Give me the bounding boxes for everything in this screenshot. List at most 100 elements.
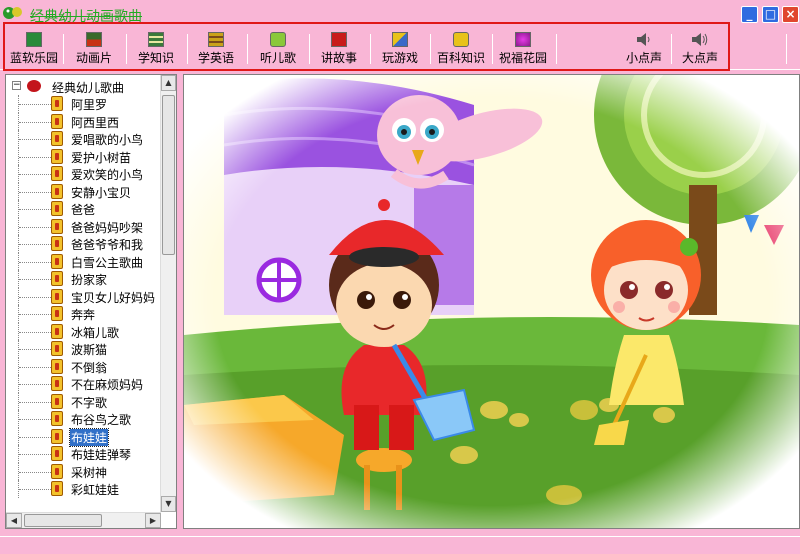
song-file-icon: [51, 358, 63, 374]
tree-song-item[interactable]: 采树神: [6, 462, 162, 480]
toolbar-highlight-annotation: [3, 22, 730, 71]
song-file-icon: [51, 218, 63, 234]
song-file-icon: [51, 376, 63, 391]
song-label: 安静小宝贝: [71, 185, 132, 200]
tree-connector-line: [19, 314, 51, 315]
tree-connector-line: [19, 471, 51, 473]
song-label: 爱护小树苗: [71, 150, 132, 165]
song-label: 采树神: [71, 465, 108, 480]
song-label: 不倒翁: [71, 360, 108, 375]
song-label: 爱欢笑的小鸟: [71, 168, 144, 182]
tree-collapse-toggle[interactable]: −: [12, 81, 21, 90]
close-button[interactable]: ×: [782, 6, 799, 23]
song-label: 彩虹娃娃: [71, 483, 120, 497]
song-file-icon: [51, 288, 63, 304]
tree-connector-line: [19, 244, 51, 245]
song-list: 阿里罗 阿西里西 爱唱歌的小鸟爱护小树苗爱欢笑的小鸟 安静小宝贝爸爸 爸爸妈妈吵架 爸爸爷…: [6, 95, 162, 498]
tree-connector-line: [19, 174, 51, 175]
song-file-icon: [51, 96, 63, 111]
tree-connector-line: [19, 279, 51, 280]
app-icon: [3, 7, 22, 19]
tree-connector-line: [19, 121, 51, 123]
song-file-icon: [51, 481, 63, 496]
tree-connector-line: [19, 104, 51, 105]
scroll-thumb[interactable]: [24, 514, 102, 527]
tree-connector-line: [19, 401, 51, 403]
tree-song-item[interactable]: 波斯猫: [6, 340, 162, 358]
tree-connector-line: [19, 296, 51, 298]
tree-song-item[interactable]: 扮家家: [6, 270, 162, 288]
tree-song-item[interactable]: 不在麻烦妈妈: [6, 375, 162, 393]
tree-song-item[interactable]: 彩虹娃娃: [6, 480, 162, 498]
song-label: 不字歌: [71, 395, 108, 410]
scroll-down-arrow[interactable]: ▼: [161, 496, 176, 512]
song-file-icon: [51, 411, 63, 426]
tree-song-item[interactable]: 爱护小树苗: [6, 147, 162, 165]
horizontal-scrollbar[interactable]: ◀ ▶: [6, 512, 161, 528]
tree-song-item[interactable]: 爸爸: [6, 200, 162, 218]
song-label: 布娃娃: [68, 427, 110, 447]
song-file-icon: [51, 323, 63, 339]
maximize-button[interactable]: □: [762, 6, 779, 23]
cartoon-scene-illustration: [184, 75, 799, 528]
tree-connector-line: [19, 331, 51, 333]
song-label: 奔奔: [71, 308, 96, 322]
tree-song-item[interactable]: 不字歌: [6, 392, 162, 410]
toolbar-separator: [786, 34, 787, 64]
song-file-icon: [51, 446, 63, 461]
tree-connector-line: [19, 226, 51, 228]
minimize-button[interactable]: _: [741, 6, 758, 23]
tree-connector-line: [19, 209, 51, 210]
tree-connector-line: [19, 384, 51, 385]
tree-song-item[interactable]: 阿西里西: [6, 112, 162, 130]
tree-song-item[interactable]: 布娃娃弹琴: [6, 445, 162, 463]
song-file-icon: [51, 183, 63, 199]
tree-song-item[interactable]: 奔奔: [6, 305, 162, 323]
vertical-scrollbar[interactable]: ▲ ▼: [160, 75, 176, 512]
tree-song-item[interactable]: 阿里罗: [6, 95, 162, 113]
song-label: 布谷鸟之歌: [71, 413, 132, 427]
song-label: 扮家家: [71, 273, 108, 287]
song-file-icon: [51, 113, 63, 129]
song-label: 阿里罗: [71, 98, 108, 112]
tree-connector-line: [19, 191, 51, 193]
song-file-icon: [51, 166, 63, 181]
tree-song-item[interactable]: 白雪公主歌曲: [6, 252, 162, 270]
tree-connector-line: [19, 261, 51, 263]
song-file-icon: [51, 306, 63, 321]
tree-song-item[interactable]: 布娃娃: [6, 427, 162, 447]
tree-song-item[interactable]: 不倒翁: [6, 357, 162, 375]
tree-song-item[interactable]: 爱欢笑的小鸟: [6, 165, 162, 183]
status-bar: [0, 536, 800, 554]
scroll-right-arrow[interactable]: ▶: [145, 513, 161, 528]
song-file-icon: [51, 201, 63, 216]
tree-connector-line: [19, 454, 51, 455]
song-file-icon: [51, 236, 63, 251]
tree-connector-line: [19, 156, 51, 158]
song-file-icon: [51, 253, 63, 269]
tree-song-item[interactable]: 宝贝女儿好妈妈: [6, 287, 162, 305]
song-file-icon: [51, 463, 63, 479]
tree-song-item[interactable]: 安静小宝贝: [6, 182, 162, 200]
song-label: 不在麻烦妈妈: [71, 378, 144, 392]
tree-song-item[interactable]: 爸爸妈妈吵架: [6, 217, 162, 235]
tree-song-item[interactable]: 爱唱歌的小鸟: [6, 130, 162, 148]
tree-connector-line: [19, 436, 51, 438]
scroll-up-arrow[interactable]: ▲: [161, 75, 176, 91]
tree-connector-line: [19, 419, 51, 420]
animation-view[interactable]: [183, 74, 800, 529]
tree-song-item[interactable]: 冰箱儿歌: [6, 322, 162, 340]
song-label: 波斯猫: [71, 343, 108, 357]
song-label: 爸爸: [71, 203, 96, 217]
tree-connector-line: [19, 349, 51, 350]
song-file-icon: [51, 131, 63, 146]
scroll-left-arrow[interactable]: ◀: [6, 513, 22, 528]
tree-song-item[interactable]: 布谷鸟之歌: [6, 410, 162, 428]
tree-song-item[interactable]: 爸爸爷爷和我: [6, 235, 162, 253]
tree-connector-line: [19, 139, 51, 140]
tree-root-label: 经典幼儿歌曲: [52, 81, 125, 95]
song-label: 宝贝女儿好妈妈: [71, 290, 156, 305]
song-file-icon: [51, 341, 63, 356]
scroll-thumb[interactable]: [162, 95, 175, 255]
song-file-icon: [51, 271, 63, 286]
